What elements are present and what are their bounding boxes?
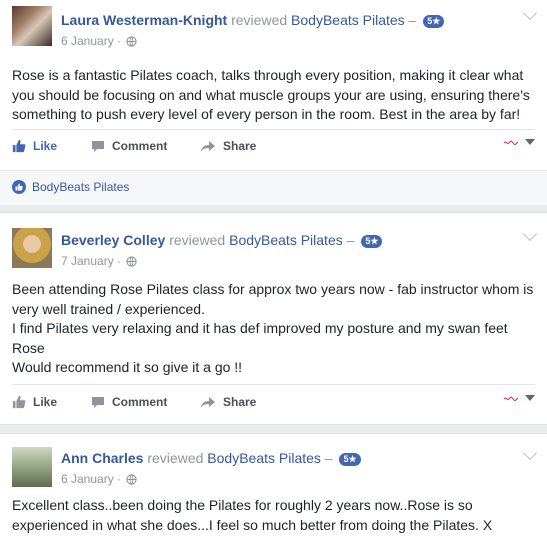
dash-separator: – xyxy=(346,232,355,248)
thumbs-up-icon xyxy=(12,139,26,153)
page-link[interactable]: BodyBeats Pilates xyxy=(207,450,321,466)
divider xyxy=(12,384,535,385)
rating-badge: 5★ xyxy=(423,15,445,28)
share-button[interactable]: Share xyxy=(200,134,256,158)
divider xyxy=(12,129,535,130)
action-bar: Like Comment Share xyxy=(12,390,535,414)
comment-button[interactable]: Comment xyxy=(91,134,167,158)
review-header: Laura Westerman-Knight reviewed BodyBeat… xyxy=(61,11,445,49)
rating-badge: 5★ xyxy=(361,235,383,248)
avatar[interactable] xyxy=(12,447,52,487)
share-icon xyxy=(201,396,215,408)
reviewed-label: reviewed xyxy=(231,12,288,28)
avatar[interactable] xyxy=(12,6,52,46)
review-card-1: Laura Westerman-Knight reviewed BodyBeat… xyxy=(0,0,547,205)
page-link[interactable]: BodyBeats Pilates xyxy=(291,12,405,28)
review-text-line: I find Pilates very relaxing and it has … xyxy=(12,320,508,356)
likes-row: BodyBeats Pilates xyxy=(0,170,547,205)
review-header: Beverley Colley reviewed BodyBeats Pilat… xyxy=(61,231,383,269)
reactions-menu[interactable] xyxy=(503,394,535,402)
chevron-down-icon xyxy=(525,139,535,145)
post-date[interactable]: 6 January · xyxy=(61,34,121,48)
reviewed-label: reviewed xyxy=(147,450,204,466)
share-button[interactable]: Share xyxy=(200,390,256,414)
globe-icon xyxy=(126,474,138,485)
author-link[interactable]: Laura Westerman-Knight xyxy=(61,12,227,28)
post-date[interactable]: 7 January · xyxy=(61,254,121,268)
like-reaction-icon xyxy=(12,180,26,194)
comment-icon xyxy=(92,140,104,152)
page-link[interactable]: BodyBeats Pilates xyxy=(229,232,343,248)
comment-icon xyxy=(92,396,104,408)
avatar[interactable] xyxy=(12,228,52,268)
like-button[interactable]: Like xyxy=(12,134,57,158)
comment-label: Comment xyxy=(112,395,168,409)
globe-icon xyxy=(126,256,138,267)
action-bar: Like Comment Share xyxy=(12,134,535,158)
like-button[interactable]: Like xyxy=(12,390,57,414)
reactions-menu[interactable] xyxy=(503,138,535,146)
review-text-line: Would recommend it so give it a go !! xyxy=(12,359,243,375)
like-label: Like xyxy=(33,139,58,153)
share-icon xyxy=(201,140,215,152)
chevron-down-icon xyxy=(525,395,535,401)
thumbs-up-icon xyxy=(12,395,26,409)
comment-label: Comment xyxy=(112,139,168,153)
comment-button[interactable]: Comment xyxy=(91,390,167,414)
chevron-down-icon[interactable] xyxy=(522,226,538,242)
like-label: Like xyxy=(33,395,58,409)
likes-page-link[interactable]: BodyBeats Pilates xyxy=(32,180,129,194)
review-text-line: Been attending Rose Pilates class for ap… xyxy=(12,281,534,317)
rating-badge: 5★ xyxy=(339,453,361,466)
reviewed-label: reviewed xyxy=(169,232,226,248)
share-label: Share xyxy=(223,395,257,409)
signature-icon xyxy=(503,140,519,146)
chevron-down-icon[interactable] xyxy=(522,5,538,21)
signature-icon xyxy=(503,396,519,402)
review-card-2: Beverley Colley reviewed BodyBeats Pilat… xyxy=(0,212,547,425)
review-text: Excellent class..been doing the Pilates … xyxy=(12,497,493,533)
chevron-down-icon[interactable] xyxy=(522,445,538,461)
dash-separator: – xyxy=(324,450,333,466)
review-text: Rose is a fantastic Pilates coach, talks… xyxy=(12,67,530,122)
author-link[interactable]: Beverley Colley xyxy=(61,232,165,248)
review-text: Been attending Rose Pilates class for ap… xyxy=(12,280,537,378)
post-date[interactable]: 6 January · xyxy=(61,472,121,486)
review-header: Ann Charles reviewed BodyBeats Pilates –… xyxy=(61,449,361,487)
share-label: Share xyxy=(223,139,257,153)
author-link[interactable]: Ann Charles xyxy=(61,450,143,466)
review-card-3: Ann Charles reviewed BodyBeats Pilates –… xyxy=(0,433,547,551)
globe-icon xyxy=(126,36,138,47)
dash-separator: – xyxy=(408,12,417,28)
